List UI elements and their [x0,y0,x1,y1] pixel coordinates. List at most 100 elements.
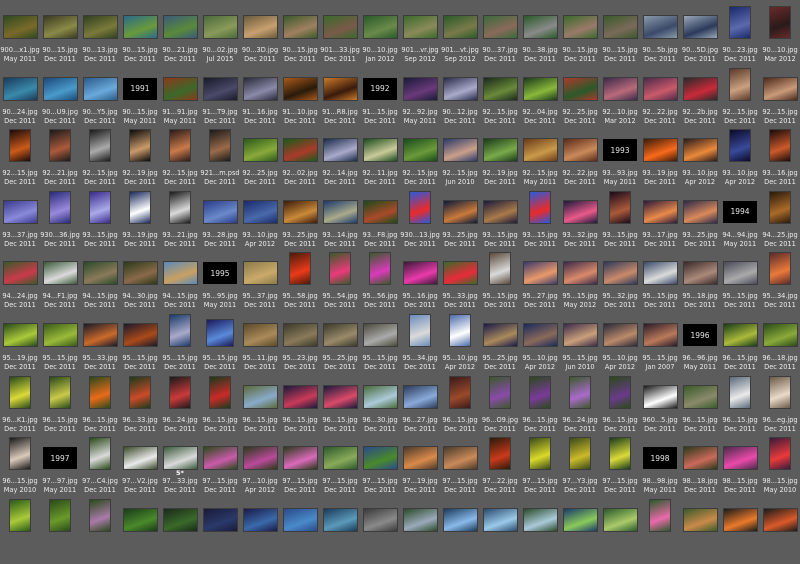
photo-item[interactable]: 95...15.jpg Jan 2007 [640,310,680,376]
photo-item[interactable]: 96...15.jpg Dec 2011 [680,372,720,438]
photo-item[interactable]: 93...19.jpg Dec 2011 [120,187,160,253]
photo-item[interactable]: 94...15.jpg Dec 2011 [160,248,200,314]
photo-item[interactable]: 95...15.jpg Dec 2011 [120,310,160,376]
photo-item[interactable]: 94...15.jpg Dec 2011 [80,248,120,314]
photo-item[interactable] [80,495,120,561]
photo-item[interactable] [280,495,320,561]
photo-item[interactable]: 95...15.jpg Dec 2011 [40,310,80,376]
photo-item[interactable]: 92...15.jpg Dec 2011 [760,64,800,130]
photo-item[interactable]: 90...10.jpg Jan 2012 [360,2,400,68]
photo-item[interactable]: 921...m.psd Dec 2011 [200,125,240,191]
photo-item[interactable]: 91...91.jpg May 2011 [160,64,200,130]
photo-item[interactable]: 92...22.jpg Dec 2011 [640,64,680,130]
photo-item[interactable]: 97...15.jpg Dec 2011 [200,433,240,499]
photo-item[interactable]: 93...25.jpg Dec 2011 [440,187,480,253]
photo-item[interactable]: 90...Y5.jpg Dec 2011 [80,64,120,130]
photo-item[interactable]: 90...5b.jpg Dec 2011 [640,2,680,68]
photo-item[interactable] [760,495,800,561]
photo-item[interactable]: 96...15.jpg Dec 2011 [320,372,360,438]
year-divider-item[interactable]: 1992 91...15.jpg Dec 2011 [360,64,400,130]
photo-item[interactable]: 90...15.jpg Dec 2011 [280,2,320,68]
photo-item[interactable]: 92...25.jpg Dec 2011 [240,125,280,191]
photo-item[interactable] [320,495,360,561]
photo-item[interactable]: 95...34.jpg Dec 2011 [400,310,440,376]
photo-item[interactable]: 98...15.jpg May 2010 [760,433,800,499]
photo-item[interactable]: 92...10.jpg Mar 2012 [600,64,640,130]
photo-item[interactable]: 95...10.jpg Apr 2012 [440,310,480,376]
photo-item[interactable]: 95...32.jpg Dec 2011 [600,248,640,314]
photo-item[interactable] [600,495,640,561]
photo-item[interactable]: 901...33.jpg Dec 2011 [320,2,360,68]
year-divider-item[interactable]: 1998 98...98.jpg May 2011 [640,433,680,499]
photo-item[interactable]: 92...19.jpg Dec 2011 [480,125,520,191]
photo-item[interactable]: 93...F8.jpg Dec 2011 [360,187,400,253]
photo-item[interactable]: 96...15.jpg Dec 2011 [280,372,320,438]
photo-item[interactable]: 90...24.jpg Dec 2011 [0,64,40,130]
photo-item[interactable]: 93...25.jpg Dec 2011 [680,187,720,253]
photo-item[interactable] [520,495,560,561]
photo-item[interactable]: 95...15.jpg Jun 2010 [560,310,600,376]
photo-item[interactable] [400,495,440,561]
year-divider-item[interactable]: 1993 93...93.jpg May 2011 [600,125,640,191]
photo-item[interactable]: 96...15.jpg May 2010 [0,433,40,499]
photo-item[interactable]: 90...15.jpg Dec 2011 [120,2,160,68]
photo-item[interactable]: 960...5.jpg Dec 2011 [640,372,680,438]
photo-item[interactable]: 97...15.jpg Dec 2011 [320,433,360,499]
photo-item[interactable]: 96...15.jpg Dec 2011 [720,310,760,376]
photo-item[interactable]: 900...x1.jpg May 2011 [0,2,40,68]
photo-item[interactable]: 92...04.jpg Dec 2011 [520,64,560,130]
photo-item[interactable]: 93...19.jpg Dec 2011 [640,125,680,191]
photo-item[interactable]: 90...21.jpg Dec 2011 [160,2,200,68]
photo-item[interactable]: 90...23.jpg Dec 2011 [720,2,760,68]
photo-item[interactable]: 96...K1.jpg Dec 2011 [0,372,40,438]
photo-item[interactable]: 90...15.jpg Dec 2011 [560,2,600,68]
photo-item[interactable]: 92...02.jpg Dec 2011 [280,125,320,191]
photo-item[interactable]: 97...10.jpg Apr 2012 [240,433,280,499]
photo-item[interactable]: 92...15.jpg Jun 2010 [440,125,480,191]
photo-item[interactable]: 90...5D.jpg Dec 2011 [680,2,720,68]
photo-item[interactable]: 90...02.jpg Jul 2015 [200,2,240,68]
year-divider-item[interactable]: 1991 90...15.jpg May 2011 [120,64,160,130]
photo-item[interactable]: 92...25.jpg Dec 2011 [560,64,600,130]
photo-item[interactable]: 930...36.jpg Dec 2011 [40,187,80,253]
photo-item[interactable]: 95...33.jpg Dec 2011 [440,248,480,314]
photo-item[interactable]: 92...92.jpg May 2011 [400,64,440,130]
photo-item[interactable]: 97...15.jpg Dec 2011 [440,433,480,499]
photo-item[interactable]: 95...27.jpg Dec 2011 [520,248,560,314]
year-divider-item[interactable]: 1994 94...94.jpg May 2011 [720,187,760,253]
photo-item[interactable]: 95...19.jpg Dec 2011 [0,310,40,376]
photo-item[interactable]: 92...11.jpg Dec 2011 [360,125,400,191]
photo-item[interactable] [640,495,680,561]
photo-item[interactable]: 96...18.jpg Dec 2011 [760,310,800,376]
photo-item[interactable] [360,495,400,561]
photo-item[interactable]: 97...15.jpg Dec 2011 [280,433,320,499]
photo-item[interactable]: 93...37.jpg Dec 2011 [0,187,40,253]
photo-item[interactable]: 90...37.jpg Dec 2011 [480,2,520,68]
photo-item[interactable]: 95...34.jpg Dec 2011 [760,248,800,314]
photo-item[interactable]: 92...15.jpg Dec 2011 [400,125,440,191]
photo-item[interactable]: 95...11.jpg Dec 2011 [240,310,280,376]
photo-item[interactable]: 97...V2.jpg Dec 2011 [120,433,160,499]
photo-item[interactable]: 93...15.jpg Dec 2011 [480,187,520,253]
photo-item[interactable]: 96...15.jpg Dec 2011 [240,372,280,438]
photo-item[interactable]: 93...17.jpg Dec 2011 [640,187,680,253]
photo-item[interactable]: 930...13.jpg Dec 2011 [400,187,440,253]
photo-item[interactable]: 97...Y3.jpg Dec 2011 [560,433,600,499]
photo-item[interactable]: 98...15.jpg Dec 2011 [720,433,760,499]
photo-item[interactable]: 96...27.jpg Dec 2011 [400,372,440,438]
photo-item[interactable]: 97...19.jpg Dec 2011 [400,433,440,499]
photo-item[interactable]: 95...18.jpg Dec 2011 [680,248,720,314]
year-divider-item[interactable]: 1995 95...95.jpg May 2011 [200,248,240,314]
photo-item[interactable]: 95...16.jpg Dec 2011 [400,248,440,314]
photo-item[interactable]: 97...15.jpg Dec 2011 [360,433,400,499]
photo-item[interactable]: 92...22.jpg Dec 2011 [560,125,600,191]
photo-item[interactable]: 95...33.jpg Dec 2011 [80,310,120,376]
photo-item[interactable] [560,495,600,561]
photo-item[interactable]: 93...28.jpg Dec 2011 [200,187,240,253]
photo-item[interactable]: 93...10.jpg Apr 2012 [240,187,280,253]
photo-item[interactable]: 90...13.jpg Dec 2011 [80,2,120,68]
photo-item[interactable] [160,495,200,561]
photo-item[interactable]: 96...24.jpg Dec 2011 [560,372,600,438]
photo-item[interactable]: 93...21.jpg Dec 2011 [160,187,200,253]
photo-item[interactable]: 96...15.jpg Dec 2011 [40,372,80,438]
